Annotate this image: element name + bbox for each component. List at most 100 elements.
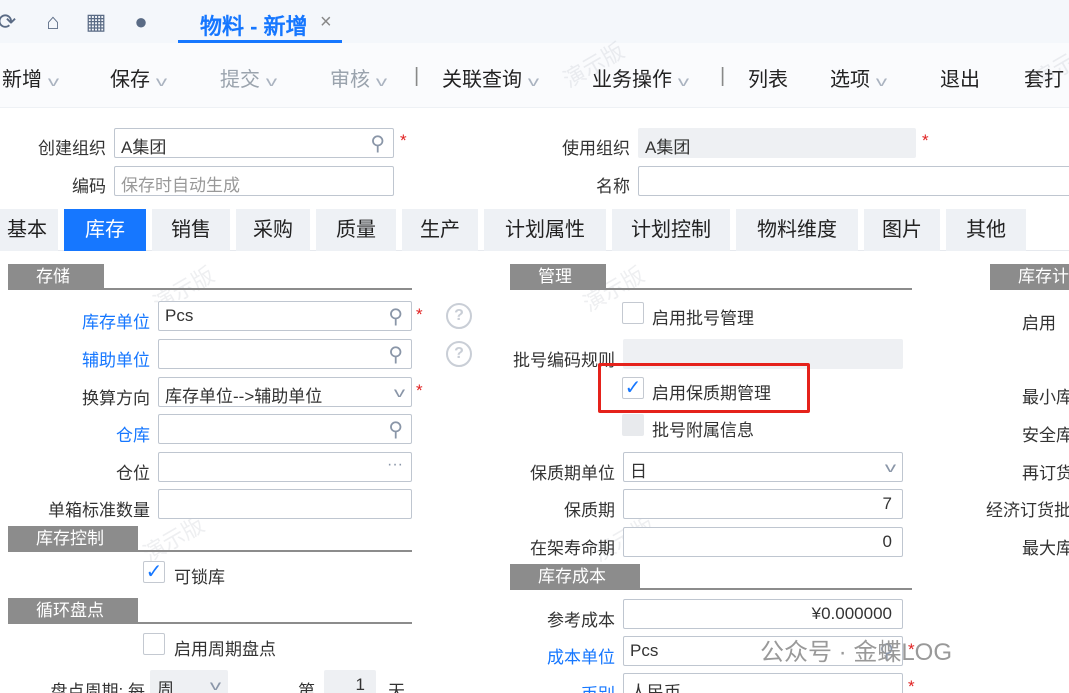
page-tab-material-new[interactable]: 物料 - 新增 × (178, 5, 342, 43)
count-day-prefix: 第 (298, 682, 315, 693)
convert-direction-select[interactable]: 库存单位-->辅助单位 v (158, 377, 412, 407)
count-period-value: 周 (157, 680, 174, 693)
new-button-label: 新增 (2, 69, 42, 91)
count-day-suffix: 天 (388, 682, 405, 693)
tab-purchase[interactable]: 采购 (236, 209, 310, 251)
refresh-icon[interactable]: ⟳ (0, 9, 20, 35)
page-tab-title: 物料 - 新增 (200, 14, 308, 39)
tab-inventory[interactable]: 库存 (64, 209, 146, 251)
use-org-input: A集团 (638, 128, 916, 158)
shelf-life-input[interactable]: 7 (623, 489, 903, 519)
more-icon[interactable]: ··· (387, 456, 403, 474)
tab-plan-control[interactable]: 计划控制 (612, 209, 730, 251)
section-stock-cost: 库存成本 (510, 564, 640, 590)
tab-plan-attributes[interactable]: 计划属性 (484, 209, 606, 251)
cycle-count-label: 启用周期盘点 (174, 640, 276, 659)
submit-button[interactable]: 提交 v (220, 63, 277, 92)
warehouse-label[interactable]: 仓库 (0, 421, 150, 446)
section-storage: 存储 (8, 264, 104, 290)
currency-label[interactable]: 币别 (480, 680, 615, 693)
count-day-input[interactable]: 1 (324, 670, 376, 693)
stock-unit-label[interactable]: 库存单位 (0, 308, 150, 333)
search-icon[interactable]: ⚲ (388, 342, 403, 367)
tab-basic[interactable]: 基本 (0, 209, 58, 251)
batch-mgmt-checkbox[interactable] (622, 302, 644, 324)
help-icon[interactable]: ? (446, 341, 472, 367)
aux-unit-label[interactable]: 辅助单位 (0, 346, 150, 371)
related-query-label: 关联查询 (442, 69, 522, 91)
chevron-down-icon[interactable]: v (376, 73, 387, 89)
tab-material-dimension[interactable]: 物料维度 (736, 209, 858, 251)
shelf-life-label: 保质期 (564, 501, 615, 520)
code-label: 编码 (72, 177, 106, 196)
chevron-down-icon[interactable]: v (528, 73, 539, 89)
aux-unit-input[interactable]: ⚲ (158, 339, 412, 369)
list-button[interactable]: 列表 (748, 63, 788, 92)
tab-image[interactable]: 图片 (864, 209, 940, 251)
apps-icon[interactable]: ▦ (83, 9, 109, 35)
code-input[interactable]: 保存时自动生成 (114, 166, 394, 196)
currency-input[interactable]: 人民币 (623, 673, 903, 693)
submit-button-label: 提交 (220, 69, 260, 91)
plan-enable-label: 启用 (1022, 314, 1056, 333)
tab-production[interactable]: 生产 (402, 209, 478, 251)
options-label: 选项 (830, 69, 870, 91)
audit-button-label: 审核 (330, 69, 370, 91)
location-label: 仓位 (116, 464, 150, 483)
new-button[interactable]: 新增 v (2, 63, 59, 92)
required-star: * (922, 131, 929, 150)
section-management: 管理 (510, 264, 606, 290)
chevron-down-icon[interactable]: v (678, 73, 689, 89)
message-icon[interactable]: ● (128, 9, 154, 35)
shelf-on-input[interactable]: 0 (623, 527, 903, 557)
name-input[interactable] (638, 166, 1069, 196)
section-divider (510, 588, 912, 590)
shelf-unit-select[interactable]: 日 v (623, 452, 903, 482)
close-icon[interactable]: × (320, 11, 332, 34)
shelf-life-mgmt-label: 启用保质期管理 (652, 384, 771, 403)
tab-quality[interactable]: 质量 (316, 209, 396, 251)
ref-cost-input[interactable]: ¥0.000000 (623, 599, 903, 629)
create-org-input[interactable]: A集团 ⚲ (114, 128, 394, 158)
warehouse-input[interactable]: ⚲ (158, 414, 412, 444)
convert-direction-value: 库存单位-->辅助单位 (165, 387, 323, 406)
help-icon[interactable]: ? (446, 303, 472, 329)
create-org-label: 创建组织 (38, 139, 106, 158)
shelf-life-mgmt-checkbox[interactable]: ✓ (622, 377, 644, 399)
options-button[interactable]: 选项 v (830, 63, 887, 92)
search-icon[interactable]: ⚲ (370, 131, 385, 156)
cost-unit-label[interactable]: 成本单位 (480, 643, 615, 668)
business-ops-label: 业务操作 (592, 69, 672, 91)
count-period-select[interactable]: 周 v (150, 670, 228, 693)
chevron-down-icon[interactable]: v (156, 73, 167, 89)
chevron-down-icon[interactable]: v (210, 677, 221, 693)
std-qty-input[interactable] (158, 489, 412, 519)
shelf-unit-label: 保质期单位 (530, 464, 615, 483)
stock-unit-value: Pcs (165, 306, 194, 325)
home-icon[interactable]: ⌂ (40, 9, 66, 35)
batch-extra-checkbox[interactable] (622, 414, 644, 436)
business-ops-button[interactable]: 业务操作 v (592, 63, 689, 92)
tab-other[interactable]: 其他 (946, 209, 1026, 251)
chevron-down-icon[interactable]: v (394, 384, 405, 400)
create-org-value: A集团 (121, 138, 167, 157)
save-button[interactable]: 保存 v (110, 63, 167, 92)
search-icon[interactable]: ⚲ (388, 304, 403, 329)
chevron-down-icon[interactable]: v (48, 73, 59, 89)
print-button[interactable]: 套打 (1024, 63, 1064, 92)
chevron-down-icon[interactable]: v (885, 459, 896, 475)
related-query-button[interactable]: 关联查询 v (442, 63, 539, 92)
cost-unit-value: Pcs (630, 641, 659, 660)
exit-button[interactable]: 退出 (940, 63, 980, 92)
audit-button[interactable]: 审核 v (330, 63, 387, 92)
lockable-checkbox[interactable]: ✓ (143, 561, 165, 583)
batch-rule-label: 批号编码规则 (513, 351, 615, 370)
stock-unit-input[interactable]: Pcs ⚲ (158, 301, 412, 331)
chevron-down-icon[interactable]: v (876, 73, 887, 89)
chevron-down-icon[interactable]: v (266, 73, 277, 89)
tab-sales[interactable]: 销售 (152, 209, 230, 251)
location-input[interactable]: ··· (158, 452, 412, 482)
search-icon[interactable]: ⚲ (388, 417, 403, 442)
cycle-count-checkbox[interactable] (143, 633, 165, 655)
required-star: * (416, 381, 423, 400)
